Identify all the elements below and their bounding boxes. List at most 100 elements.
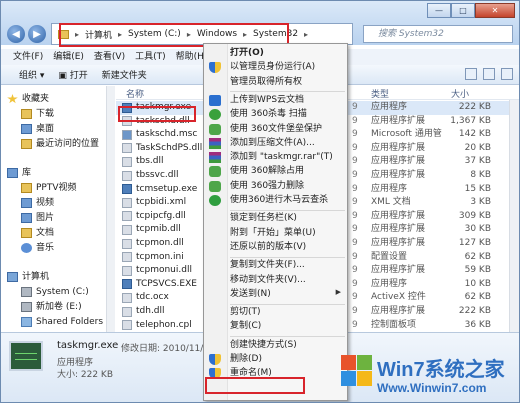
file-type-cell: ActiveX 控件 bbox=[371, 292, 426, 303]
file-size-cell: 37 KB bbox=[464, 156, 491, 167]
context-item-17[interactable]: 剪切(T) bbox=[228, 306, 347, 319]
context-item-3[interactable]: 上传到WPS云文档 bbox=[228, 94, 347, 107]
exe-file-icon bbox=[122, 184, 132, 195]
rar-icon bbox=[209, 152, 221, 164]
column-name[interactable]: 名称 bbox=[126, 87, 144, 100]
dll-file-icon bbox=[122, 156, 132, 167]
menu-view[interactable]: 查看(V) bbox=[94, 49, 125, 65]
file-size-cell: 1,367 KB bbox=[450, 115, 491, 126]
file-name-cell: tcpmonui.dll bbox=[122, 264, 192, 277]
window-controls: — □ ✕ bbox=[427, 3, 515, 18]
context-item-2[interactable]: 管理员取得所有权 bbox=[228, 76, 347, 89]
nav-lib-pictures[interactable]: 图片 bbox=[21, 211, 54, 225]
dll-file-icon bbox=[122, 306, 132, 317]
context-separator bbox=[230, 91, 345, 93]
exe-file-icon bbox=[122, 279, 132, 290]
drive-icon bbox=[21, 287, 32, 297]
context-menu: 打开(O) 以管理员身份运行(A) 管理员取得所有权 上传到WPS云文档 使用 360杀… bbox=[203, 43, 348, 401]
preview-pane-icon[interactable] bbox=[483, 68, 495, 80]
context-item-9[interactable]: 使用 360强力删除 bbox=[228, 180, 347, 193]
file-type-cell: 应用程序 bbox=[371, 183, 408, 194]
context-item-0[interactable]: 打开(O) bbox=[228, 47, 347, 60]
context-item-7[interactable]: 添加到 "taskmgr.rar"(T) bbox=[228, 151, 347, 164]
close-button[interactable]: ✕ bbox=[475, 3, 515, 18]
file-type-cell: 应用程序扩展 bbox=[371, 210, 426, 221]
search-input[interactable]: 搜索 System32 bbox=[363, 25, 513, 43]
maximize-button[interactable]: □ bbox=[451, 3, 475, 18]
context-item-13[interactable]: 还原以前的版本(V) bbox=[228, 241, 347, 254]
nav-scrollbar[interactable] bbox=[106, 86, 115, 332]
dll-file-icon bbox=[122, 252, 132, 263]
file-name-cell: TaskSchdPS.dll bbox=[122, 142, 202, 155]
file-date-fragment: 9 bbox=[352, 306, 358, 316]
context-item-1[interactable]: 以管理员身份运行(A) bbox=[228, 61, 347, 74]
menu-tools[interactable]: 工具(T) bbox=[135, 49, 166, 65]
context-item-10[interactable]: 使用360进行木马云查杀 bbox=[228, 194, 347, 207]
nav-favorites[interactable]: 收藏夹 bbox=[7, 92, 49, 106]
context-item-20[interactable]: 删除(D) bbox=[228, 353, 347, 366]
star-icon bbox=[7, 94, 18, 104]
highlight-file-box bbox=[118, 106, 196, 122]
new-folder-button[interactable]: 新建文件夹 bbox=[102, 68, 147, 81]
context-separator bbox=[230, 303, 345, 305]
nav-libraries[interactable]: 库 bbox=[7, 166, 31, 180]
column-size[interactable]: 大小 bbox=[451, 87, 469, 100]
nav-downloads[interactable]: 下载 bbox=[21, 107, 54, 121]
file-name-cell: tdc.ocx bbox=[122, 291, 169, 304]
nav-computer[interactable]: 计算机 bbox=[7, 270, 49, 284]
watermark-title: Win7系统之家 bbox=[377, 359, 505, 381]
nav-shared-folders[interactable]: Shared Folders bbox=[21, 315, 103, 329]
file-size-cell: 15 KB bbox=[464, 183, 491, 194]
nav-drive-e[interactable]: 新加卷 (E:) bbox=[21, 300, 82, 314]
file-name-cell: tcpmon.ini bbox=[122, 251, 184, 264]
library-icon bbox=[7, 168, 18, 178]
forward-button[interactable]: ▶ bbox=[28, 25, 46, 43]
context-item-15[interactable]: 移动到文件夹(V)... bbox=[228, 274, 347, 287]
column-type[interactable]: 类型 bbox=[371, 87, 389, 100]
nav-recent[interactable]: 最近访问的位置 bbox=[21, 137, 99, 151]
open-icon: ▣ bbox=[58, 71, 70, 81]
context-item-11[interactable]: 锁定到任务栏(K) bbox=[228, 212, 347, 225]
organize-button[interactable]: 组织 ▾ bbox=[19, 68, 44, 81]
menu-edit[interactable]: 编辑(E) bbox=[53, 49, 84, 65]
context-item-4[interactable]: 使用 360杀毒 扫描 bbox=[228, 108, 347, 121]
watermark-url: Www.Winwin7.com bbox=[377, 381, 487, 395]
back-button[interactable]: ◀ bbox=[7, 25, 25, 43]
dll-file-icon bbox=[122, 292, 132, 303]
file-type-cell: 应用程序扩展 bbox=[371, 238, 426, 248]
file-type-cell: 配置设置 bbox=[371, 251, 408, 262]
context-item-18[interactable]: 复制(C) bbox=[228, 320, 347, 333]
view-options-icon[interactable] bbox=[465, 68, 477, 80]
dll-file-icon bbox=[122, 224, 132, 235]
help-icon[interactable] bbox=[501, 68, 513, 80]
nav-drive-c[interactable]: System (C:) bbox=[21, 285, 89, 299]
context-item-12[interactable]: 附到「开始」菜单(U) bbox=[228, 227, 347, 240]
context-item-5[interactable]: 使用 360文件堡垒保护 bbox=[228, 123, 347, 136]
dll-file-icon bbox=[122, 265, 132, 276]
nav-lib-video[interactable]: 视频 bbox=[21, 196, 54, 210]
nav-desktop[interactable]: 桌面 bbox=[21, 122, 54, 136]
context-separator bbox=[230, 336, 345, 338]
dll-file-icon bbox=[122, 197, 132, 208]
context-item-14[interactable]: 复制到文件夹(F)... bbox=[228, 259, 347, 272]
file-name-cell: TCPSVCS.EXE bbox=[122, 278, 197, 291]
context-item-6[interactable]: 添加到压缩文件(A)... bbox=[228, 137, 347, 150]
context-item-19[interactable]: 创建快捷方式(S) bbox=[228, 339, 347, 352]
file-name-cell: tcpmib.dll bbox=[122, 223, 181, 236]
file-date-fragment: 9 bbox=[352, 156, 358, 167]
submenu-arrow-icon: ▶ bbox=[335, 287, 341, 296]
video-folder-icon bbox=[21, 183, 32, 193]
list-scrollbar[interactable] bbox=[509, 100, 519, 332]
open-button[interactable]: ▣ 打开 bbox=[58, 68, 87, 81]
context-item-16[interactable]: 发送到(N) bbox=[228, 288, 347, 301]
menu-file[interactable]: 文件(F) bbox=[13, 49, 43, 65]
file-date-fragment: 9 bbox=[352, 224, 358, 235]
nav-lib-music[interactable]: 音乐 bbox=[21, 241, 54, 255]
nav-lib-documents[interactable]: 文档 bbox=[21, 226, 54, 240]
chevron-right-icon: ▸ bbox=[304, 29, 309, 39]
wps-icon bbox=[209, 94, 221, 106]
nav-lib-pptv[interactable]: PPTV视频 bbox=[21, 181, 77, 195]
taskmgr-thumbnail-icon bbox=[9, 341, 43, 371]
minimize-button[interactable]: — bbox=[427, 3, 451, 18]
context-item-8[interactable]: 使用 360解除占用 bbox=[228, 165, 347, 178]
